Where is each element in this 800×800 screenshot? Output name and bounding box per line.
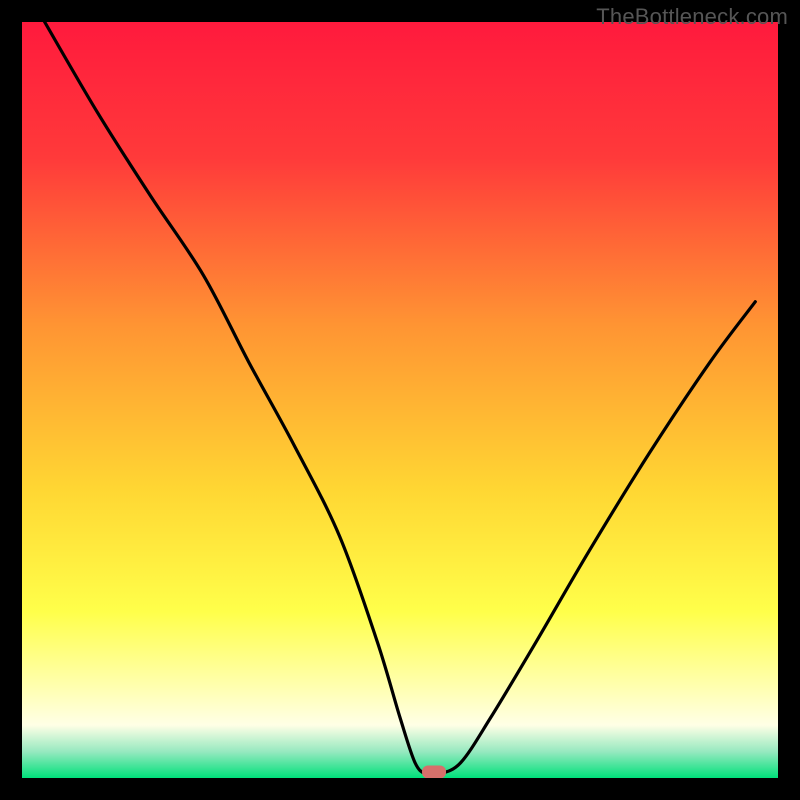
gradient-background (22, 22, 778, 778)
watermark-text: TheBottleneck.com (596, 4, 788, 30)
chart-frame: TheBottleneck.com (0, 0, 800, 800)
optimal-point-marker (422, 765, 446, 778)
bottleneck-chart (0, 0, 800, 800)
